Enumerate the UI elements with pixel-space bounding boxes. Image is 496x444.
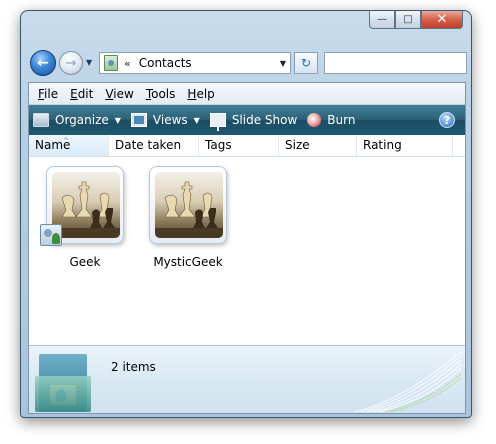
organize-icon — [33, 113, 49, 127]
explorer-window: — □ ✕ ← → ▼ « Contacts ▼ ↻ File Edit Vie… — [20, 10, 472, 418]
breadcrumb-contacts[interactable]: Contacts — [139, 56, 276, 70]
menu-help-label: elp — [196, 86, 215, 101]
recent-pages-dropdown-icon[interactable]: ▼ — [86, 58, 96, 68]
close-button[interactable]: ✕ — [421, 11, 463, 29]
command-bar: Organize ▼ Views ▼ Slide Show Burn ? — [29, 105, 465, 135]
menu-tools[interactable]: Tools — [140, 87, 182, 101]
burn-label: Burn — [327, 113, 356, 127]
maximize-button[interactable]: □ — [395, 11, 421, 29]
menu-tools-label: ools — [151, 86, 176, 101]
contact-thumbnail — [149, 166, 227, 244]
menu-edit[interactable]: Edit — [64, 87, 99, 101]
organize-button[interactable]: Organize ▼ — [33, 113, 121, 127]
column-size-label: Size — [285, 138, 310, 152]
organize-label: Organize — [55, 113, 109, 127]
menu-edit-label: dit — [77, 86, 94, 101]
address-bar[interactable]: « Contacts ▼ — [99, 52, 291, 74]
decorative-swoosh — [354, 351, 462, 413]
slideshow-label: Slide Show — [231, 113, 298, 127]
burn-disc-icon — [307, 113, 322, 127]
column-tags[interactable]: Tags — [199, 135, 279, 156]
file-item-geek[interactable]: Geek — [40, 162, 130, 282]
organize-dropdown-icon: ▼ — [114, 115, 121, 125]
menu-bar: File Edit View Tools Help — [29, 83, 465, 105]
column-name[interactable]: ^ Name — [29, 135, 109, 156]
forward-button[interactable]: → — [59, 51, 83, 75]
menu-file[interactable]: File — [32, 87, 64, 101]
title-bar[interactable]: — □ ✕ — [21, 11, 471, 39]
views-dropdown-icon: ▼ — [193, 115, 200, 125]
column-rating-label: Rating — [363, 138, 402, 152]
contact-card-icon — [40, 224, 62, 246]
column-size[interactable]: Size — [279, 135, 357, 156]
address-dropdown-icon[interactable]: ▼ — [276, 59, 290, 68]
help-button[interactable]: ? — [439, 112, 455, 128]
burn-button[interactable]: Burn — [307, 113, 355, 127]
refresh-button[interactable]: ↻ — [294, 52, 318, 74]
item-count: 2 items — [111, 360, 156, 374]
chess-photo — [155, 172, 223, 238]
navigation-row: ← → ▼ « Contacts ▼ ↻ — [29, 49, 467, 79]
views-button[interactable]: Views ▼ — [130, 113, 200, 127]
column-tags-label: Tags — [205, 138, 232, 152]
search-input[interactable] — [324, 52, 467, 74]
menu-edit-mnemonic: E — [70, 86, 78, 101]
caption-buttons: — □ ✕ — [369, 11, 463, 29]
file-name: MysticGeek — [153, 255, 223, 269]
back-button[interactable]: ← — [30, 50, 56, 76]
file-item-mysticgeek[interactable]: MysticGeek — [143, 162, 233, 282]
sort-ascending-icon: ^ — [63, 137, 69, 145]
details-pane: 2 items — [29, 345, 465, 413]
views-icon — [130, 113, 147, 127]
contacts-folder-icon — [104, 55, 118, 71]
explorer-content: File Edit View Tools Help Organize ▼ Vie… — [28, 82, 466, 414]
file-list: Geek MysticGeek — [29, 158, 465, 323]
menu-help[interactable]: Help — [181, 87, 220, 101]
minimize-button[interactable]: — — [369, 11, 395, 29]
file-name: Geek — [69, 255, 101, 269]
column-date-taken-label: Date taken — [115, 138, 182, 152]
chess-photo — [52, 172, 120, 238]
breadcrumb-overflow-icon[interactable]: « — [124, 57, 131, 70]
menu-file-label: ile — [44, 86, 59, 101]
column-rating[interactable]: Rating — [357, 135, 453, 156]
column-date-taken[interactable]: Date taken — [109, 135, 199, 156]
contacts-folder-icon — [35, 354, 93, 413]
slideshow-button[interactable]: Slide Show — [209, 113, 298, 131]
menu-view[interactable]: View — [99, 87, 139, 101]
views-label: Views — [152, 113, 188, 127]
folder-front — [35, 376, 91, 412]
menu-view-label: iew — [113, 86, 134, 101]
column-header-row: ^ Name Date taken Tags Size Rating — [29, 135, 465, 157]
slideshow-icon — [209, 113, 226, 131]
